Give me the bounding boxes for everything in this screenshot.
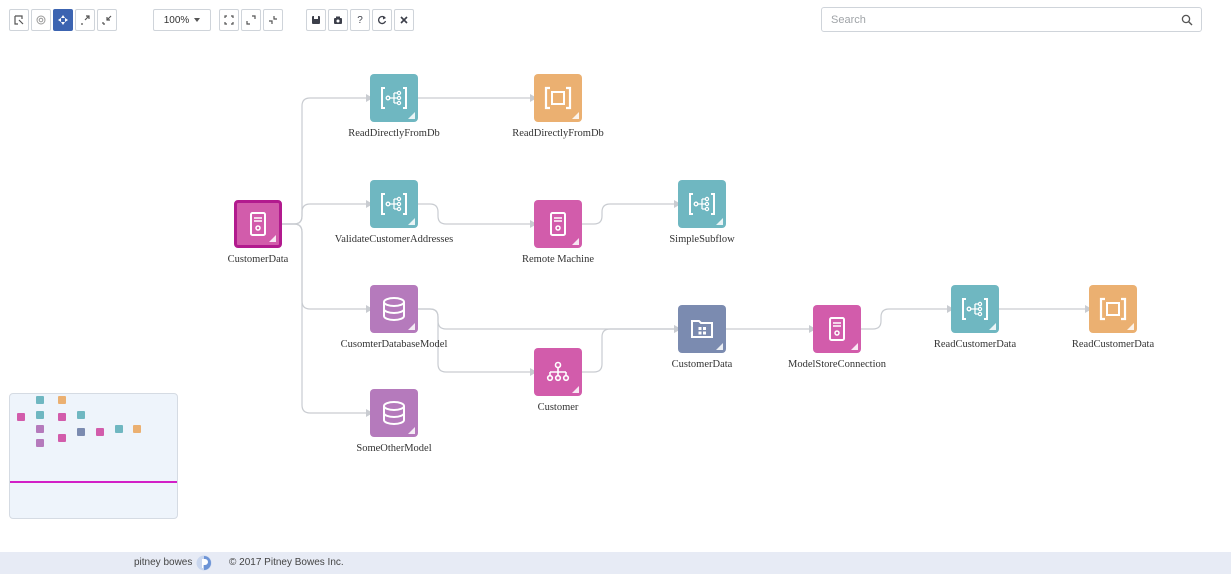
flow-node-label: Remote Machine — [521, 254, 595, 265]
minimap-node — [35, 425, 44, 434]
flow-canvas[interactable]: CustomerData ReadDirectlyFromDb ReadDirect… — [0, 0, 1231, 550]
minimap-node — [17, 413, 26, 422]
flow-node-label: SomeOtherModel — [356, 443, 432, 454]
server-icon — [250, 212, 266, 236]
subflow-icon — [381, 87, 407, 109]
flow-node-label: CustomerData — [227, 254, 289, 265]
flow-node-label: ModelStoreConnection — [788, 359, 886, 370]
flow-node[interactable] — [678, 305, 726, 353]
copyright-text: © 2017 Pitney Bowes Inc. — [229, 557, 344, 568]
minimap[interactable] — [9, 393, 178, 519]
database-icon — [383, 401, 405, 425]
footer: pitney bowes © 2017 Pitney Bowes Inc. — [0, 552, 1231, 574]
flow-node[interactable] — [678, 180, 726, 228]
flow-node[interactable] — [534, 74, 582, 122]
minimap-node — [57, 396, 66, 405]
subflow-icon — [689, 193, 715, 215]
minimap-node — [35, 396, 44, 405]
flow-node[interactable] — [370, 74, 418, 122]
minimap-node — [35, 439, 44, 448]
flow-node[interactable] — [234, 200, 282, 248]
minimap-viewport-line — [10, 481, 177, 483]
flow-edge — [282, 97, 366, 225]
server-icon — [550, 212, 566, 236]
flow-edge — [582, 203, 674, 225]
flow-edge — [418, 203, 530, 225]
subflow-icon — [381, 193, 407, 215]
flow-node-label: CustomerData — [671, 359, 733, 370]
bracket-icon — [1099, 297, 1127, 321]
flow-node-label: ReadDirectlyFromDb — [348, 128, 440, 139]
flow-node[interactable] — [813, 305, 861, 353]
flow-node[interactable] — [370, 285, 418, 333]
flow-edge — [418, 308, 674, 330]
server-icon — [829, 317, 845, 341]
flow-node[interactable] — [1089, 285, 1137, 333]
minimap-node — [77, 427, 86, 436]
flow-node-label: ReadCustomerData — [933, 339, 1017, 350]
flow-node-label: ReadCustomerData — [1071, 339, 1155, 350]
hierarchy-icon — [546, 361, 570, 382]
app: { "toolbar": { "buttons_left": [ {"name"… — [0, 0, 1231, 574]
brand-name: pitney bowes — [134, 557, 193, 568]
folder-icon — [691, 320, 713, 338]
flow-node-label: Customer — [537, 402, 579, 413]
flow-node[interactable] — [534, 200, 582, 248]
flow-node[interactable] — [951, 285, 999, 333]
flow-node[interactable] — [370, 389, 418, 437]
minimap-node — [133, 425, 142, 434]
flow-edge — [282, 203, 366, 225]
minimap-node — [114, 425, 123, 434]
flow-node-label: SimpleSubflow — [669, 234, 735, 245]
minimap-node — [95, 427, 104, 436]
flow-node-label: ValidateCustomerAddresses — [334, 234, 454, 245]
flow-node[interactable] — [534, 348, 582, 396]
database-icon — [383, 297, 405, 321]
minimap-node — [57, 413, 66, 422]
flow-node-label: ReadDirectlyFromDb — [512, 128, 604, 139]
bracket-icon — [544, 86, 572, 110]
flow-edge — [282, 223, 366, 414]
pitney-bowes-logo-icon — [196, 555, 212, 571]
minimap-node — [57, 433, 66, 442]
minimap-node — [35, 410, 44, 419]
flow-edge — [582, 328, 674, 373]
flow-edges — [282, 94, 1092, 417]
flow-edge — [861, 308, 947, 330]
flow-node[interactable] — [370, 180, 418, 228]
minimap-node — [77, 410, 86, 419]
subflow-icon — [962, 298, 988, 320]
flow-node-label: CusomterDatabaseModel — [340, 339, 448, 350]
